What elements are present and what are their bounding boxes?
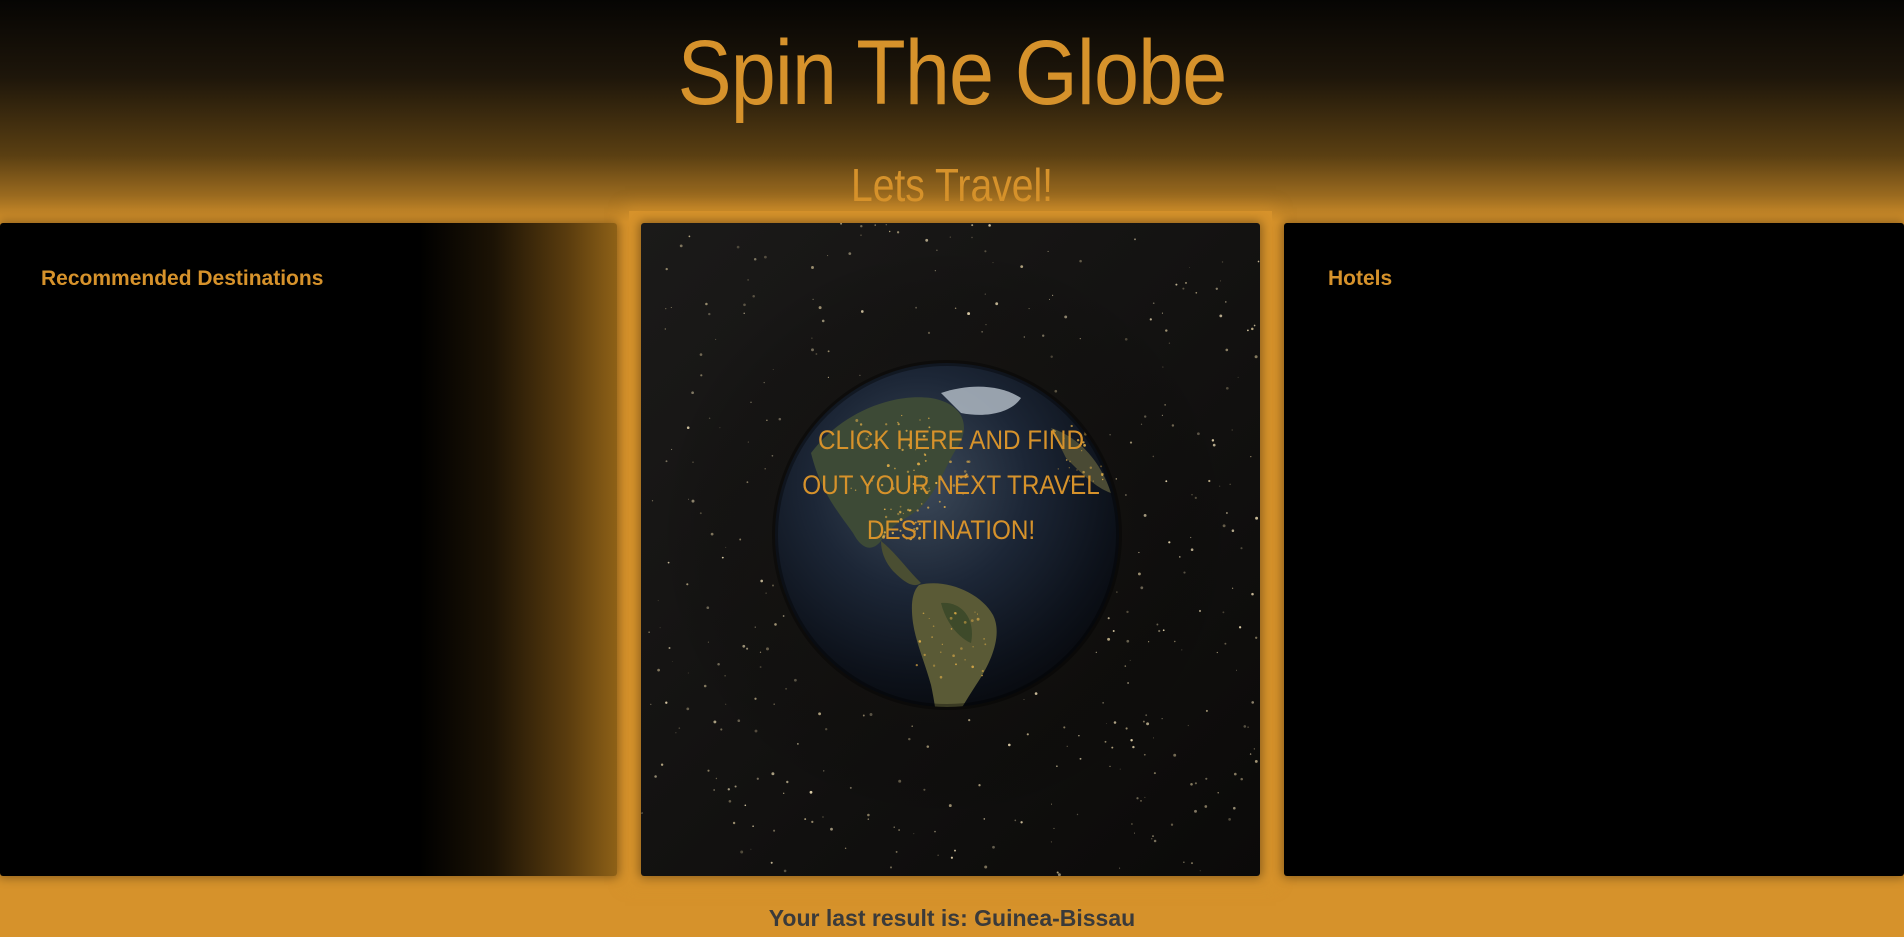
page-subtitle: Lets Travel! (850, 159, 1054, 211)
recommended-destinations-panel: Recommended Destinations (0, 223, 617, 876)
spin-globe-cta: CLICK HERE AND FIND OUT YOUR NEXT TRAVEL… (802, 425, 1100, 545)
page-title: Spin The Globe (677, 22, 1228, 124)
hotels-panel: Hotels (1284, 223, 1904, 876)
last-result-text: Your last result is: Guinea-Bissau (768, 905, 1136, 931)
spin-globe-button[interactable]: CLICK HERE AND FIND OUT YOUR NEXT TRAVEL… (641, 223, 1260, 876)
hotels-heading: Hotels (1328, 267, 1393, 290)
header: Spin The Globe Lets Travel! (0, 0, 1904, 222)
recommended-destinations-heading: Recommended Destinations (41, 267, 324, 290)
page: Spin The Globe Lets Travel! Recommended … (0, 0, 1904, 937)
